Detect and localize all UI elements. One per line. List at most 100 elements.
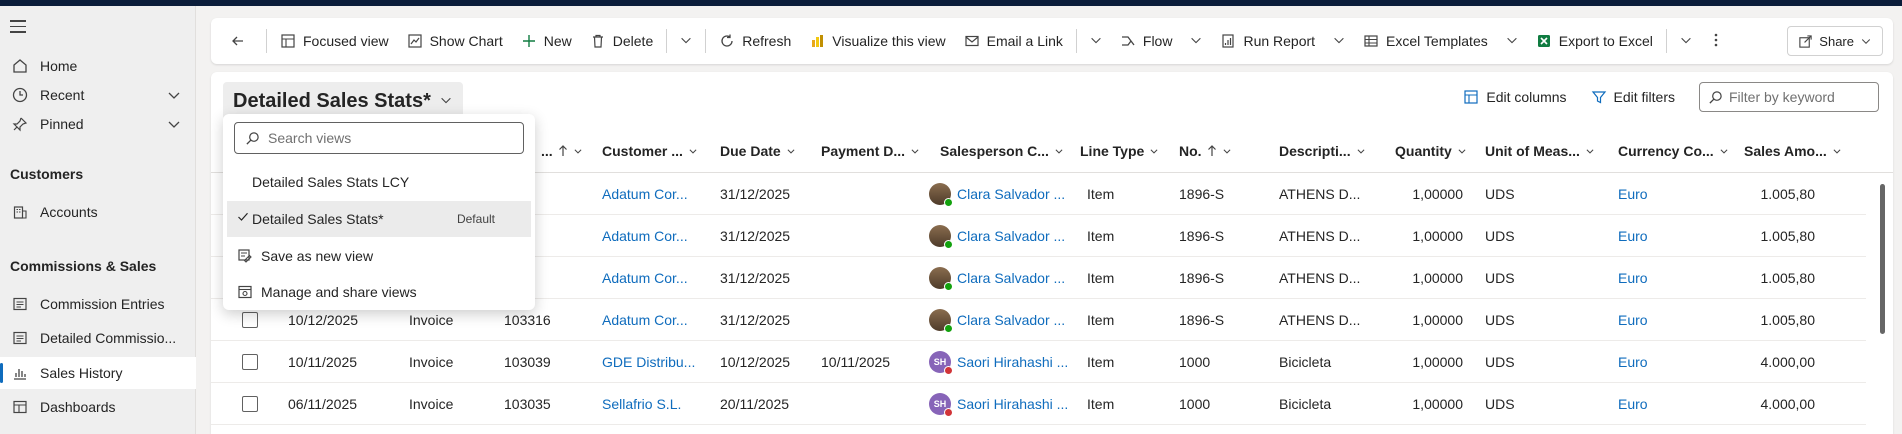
cell-salesperson[interactable]: Clara Salvador ... xyxy=(929,257,1065,299)
cell-salesperson[interactable]: Clara Salvador ... xyxy=(929,173,1065,215)
trash-icon xyxy=(590,33,606,49)
column-header-unit-of-measure[interactable]: Unit of Meas... xyxy=(1485,129,1595,173)
divider xyxy=(1665,29,1667,53)
cell-cur[interactable]: Euro xyxy=(1618,257,1648,299)
cell-cur[interactable]: Euro xyxy=(1618,341,1648,383)
chevron-down-icon[interactable] xyxy=(166,87,182,106)
cell-customer[interactable]: GDE Distribu... xyxy=(602,341,695,383)
chevron-down-icon xyxy=(1505,33,1519,50)
keyword-filter-input[interactable]: Filter by keyword xyxy=(1699,82,1879,112)
table-row[interactable]: 10/11/2025 Invoice 103039 GDE Distribu... 10… xyxy=(211,341,1866,383)
header-label: Sales Amo... xyxy=(1744,143,1827,159)
delete-button[interactable]: Delete xyxy=(581,25,662,57)
dashboard-icon xyxy=(10,399,30,415)
view-title: Detailed Sales Stats* xyxy=(233,89,431,112)
avatar-initials: SH xyxy=(933,357,947,367)
run-report-dropdown[interactable] xyxy=(1324,33,1354,50)
column-header-payment-date[interactable]: Payment D... xyxy=(821,129,920,173)
salesperson-name: Saori Hirahashi ... xyxy=(957,396,1069,412)
email-link-button[interactable]: Email a Link xyxy=(955,25,1072,57)
vertical-scrollbar[interactable] xyxy=(1880,184,1885,334)
export-excel-button[interactable]: Export to Excel xyxy=(1527,25,1662,57)
row-checkbox[interactable] xyxy=(242,396,258,412)
share-button[interactable]: Share xyxy=(1787,26,1883,56)
column-header-no[interactable]: No. xyxy=(1179,129,1232,173)
cell-cur[interactable]: Euro xyxy=(1618,173,1648,215)
flow-button[interactable]: Flow xyxy=(1111,25,1182,57)
sidebar-item-accounts[interactable]: Accounts xyxy=(0,196,196,228)
chevron-down-icon xyxy=(1719,146,1729,156)
cell-salesperson[interactable]: Clara Salvador ... xyxy=(929,215,1065,257)
column-header-quantity[interactable]: Quantity xyxy=(1395,129,1467,173)
new-button[interactable]: New xyxy=(512,25,581,57)
run-report-button[interactable]: Run Report xyxy=(1211,25,1324,57)
column-header-currency[interactable]: Currency Co... xyxy=(1618,129,1729,173)
sidebar-item-recent[interactable]: Recent xyxy=(0,79,196,111)
cell-lt: Item xyxy=(1087,270,1115,286)
avatar-initials: SH xyxy=(933,399,947,409)
column-header-line-type[interactable]: Line Type xyxy=(1080,129,1159,173)
chevron-down-icon xyxy=(1189,33,1203,50)
chevron-down-icon[interactable] xyxy=(166,116,182,135)
excel-templates-button[interactable]: Excel Templates xyxy=(1354,25,1497,57)
more-commands-dropdown[interactable] xyxy=(671,33,701,50)
sidebar-item-pinned[interactable]: Pinned xyxy=(0,108,196,140)
cell-customer[interactable]: Adatum Cor... xyxy=(602,257,688,299)
refresh-button[interactable]: Refresh xyxy=(710,25,800,57)
sidebar-item-commission-entries[interactable]: Commission Entries xyxy=(0,288,196,320)
back-button[interactable] xyxy=(221,25,262,57)
column-header-sales-amount[interactable]: Sales Amo... xyxy=(1744,129,1842,173)
cell-customer[interactable]: Sellafrio S.L. xyxy=(602,383,681,425)
email-dropdown[interactable] xyxy=(1081,33,1111,50)
sidebar-item-dashboards[interactable]: Dashboards xyxy=(0,391,196,423)
column-header-doc-no[interactable]: ... xyxy=(541,129,583,173)
avatar: SH xyxy=(929,393,953,417)
cell-salesperson[interactable]: Clara Salvador ... xyxy=(929,299,1065,341)
export-dropdown[interactable] xyxy=(1671,33,1701,50)
cell-desc: Bicicleta xyxy=(1279,354,1332,370)
more-options-button[interactable] xyxy=(1701,32,1731,51)
visualize-button[interactable]: Visualize this view xyxy=(800,25,954,57)
cell-lt: Item xyxy=(1087,396,1115,412)
email-link-label: Email a Link xyxy=(986,33,1063,49)
cell-cur[interactable]: Euro xyxy=(1618,383,1648,425)
excel-templates-dropdown[interactable] xyxy=(1497,33,1527,50)
row-checkbox[interactable] xyxy=(242,312,258,328)
column-header-customer[interactable]: Customer ... xyxy=(602,129,698,173)
table-row[interactable]: 06/11/2025 Invoice 103035 Sellafrio S.L. 20/… xyxy=(211,383,1866,425)
header-label: Descripti... xyxy=(1279,143,1351,159)
column-header-salesperson[interactable]: Salesperson C... xyxy=(940,129,1064,173)
flow-dropdown[interactable] xyxy=(1181,33,1211,50)
presence-status-icon xyxy=(944,198,953,207)
manage-views-button[interactable]: Manage and share views xyxy=(227,274,531,310)
row-checkbox[interactable] xyxy=(242,354,258,370)
save-as-new-view-button[interactable]: Save as new view xyxy=(227,238,531,274)
cell-salesperson[interactable]: SH Saori Hirahashi ... xyxy=(929,341,1068,383)
view-option-selected[interactable]: Detailed Sales Stats* Default xyxy=(227,201,531,237)
sidebar-item-home[interactable]: Home xyxy=(0,50,196,82)
cell-salesperson[interactable]: SH Saori Hirahashi ... xyxy=(929,383,1068,425)
cell-customer[interactable]: Adatum Cor... xyxy=(602,173,688,215)
cell-quantity: 1,00000 xyxy=(1412,354,1463,370)
show-chart-button[interactable]: Show Chart xyxy=(398,25,512,57)
cell-uom: UDS xyxy=(1485,270,1515,286)
view-option-lcy[interactable]: Detailed Sales Stats LCY xyxy=(227,164,531,200)
cell-customer[interactable]: Adatum Cor... xyxy=(602,299,688,341)
edit-filters-button[interactable]: Edit filters xyxy=(1591,89,1675,105)
sidebar-item-sales-history[interactable]: Sales History xyxy=(0,357,196,389)
column-header-due-date[interactable]: Due Date xyxy=(720,129,796,173)
report-icon xyxy=(1220,33,1236,49)
salesperson-name: Clara Salvador ... xyxy=(957,312,1066,328)
cell-desc: ATHENS D... xyxy=(1279,228,1361,244)
header-label: Payment D... xyxy=(821,143,906,159)
cell-cur[interactable]: Euro xyxy=(1618,215,1648,257)
hamburger-menu-icon[interactable] xyxy=(10,20,26,34)
sidebar-item-detailed-commissions[interactable]: Detailed Commissio... xyxy=(0,322,196,354)
cell-customer[interactable]: Adatum Cor... xyxy=(602,215,688,257)
column-header-description[interactable]: Descripti... xyxy=(1279,129,1366,173)
focused-view-button[interactable]: Focused view xyxy=(271,25,398,57)
cell-no: 1896-S xyxy=(1179,312,1225,328)
search-views-input[interactable]: Search views xyxy=(234,122,524,154)
edit-columns-button[interactable]: Edit columns xyxy=(1463,89,1567,105)
cell-cur[interactable]: Euro xyxy=(1618,299,1648,341)
